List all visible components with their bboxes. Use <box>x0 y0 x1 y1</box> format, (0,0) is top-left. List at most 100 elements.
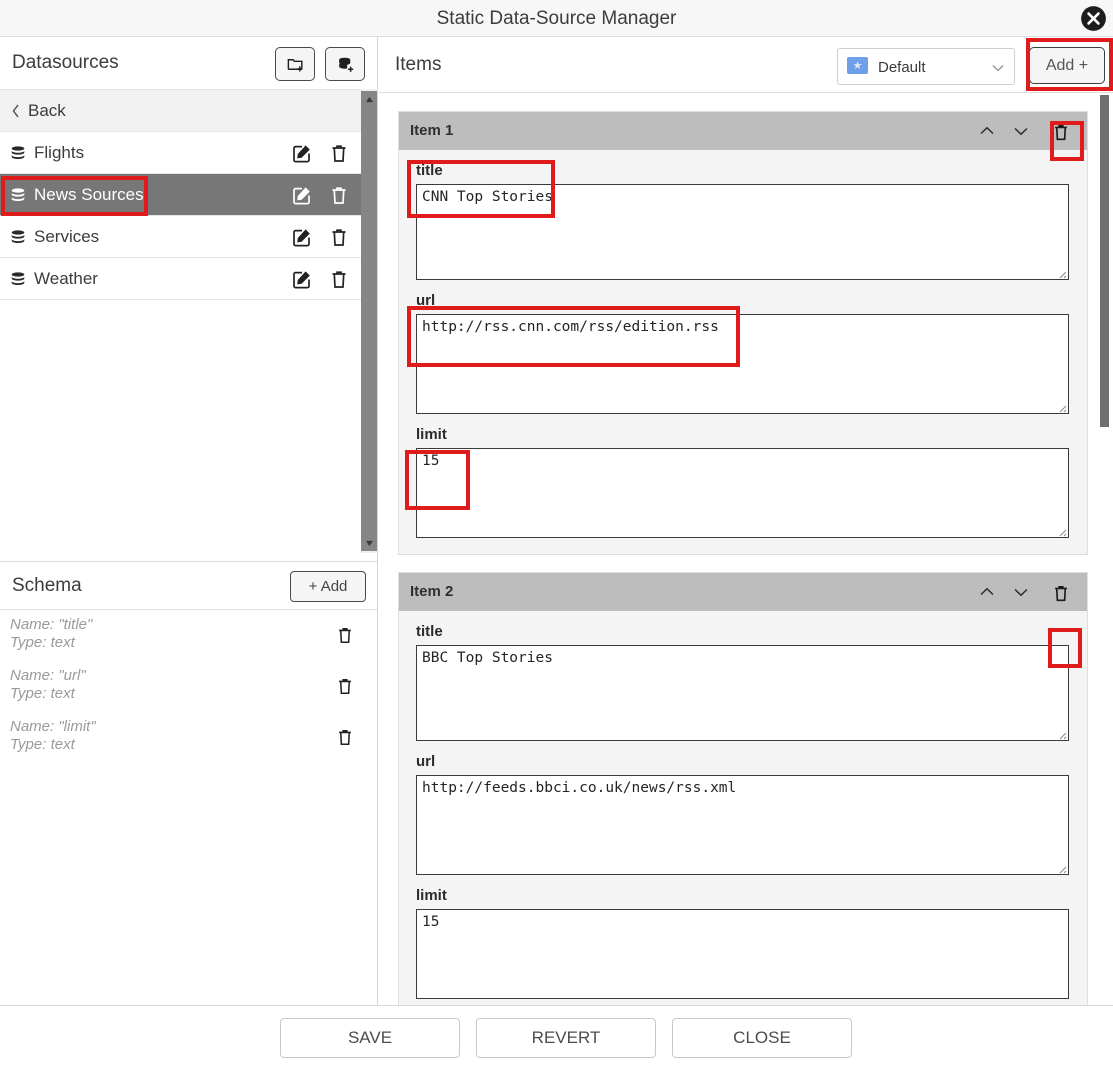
trash-icon[interactable] <box>328 142 350 164</box>
back-label: Back <box>28 101 66 120</box>
folder-plus-icon[interactable] <box>275 47 315 81</box>
schema-field-name: Name: "url" <box>10 667 86 684</box>
caret-up-icon[interactable] <box>361 91 377 107</box>
sidebar-item-label: Weather <box>34 269 98 288</box>
add-item-button[interactable]: Add + <box>1029 47 1105 84</box>
schema-add-button[interactable]: + Add <box>290 571 366 602</box>
resize-grip-icon[interactable] <box>1055 861 1067 874</box>
schema-field-row[interactable]: Name: "title" Type: text <box>0 610 377 661</box>
field-value: http://feeds.bbci.co.uk/news/rss.xml <box>422 780 737 796</box>
back-button[interactable]: Back <box>0 90 377 132</box>
schema-header: Schema + Add <box>0 561 377 609</box>
item-field: title BBC Top Stories <box>399 611 1087 741</box>
edit-square-icon[interactable] <box>291 226 313 248</box>
resize-grip-icon[interactable] <box>1055 266 1067 279</box>
chevron-left-icon <box>11 103 21 119</box>
field-label: title <box>416 623 443 640</box>
sidebar-item-weather[interactable]: Weather <box>0 258 377 300</box>
field-textarea[interactable]: http://feeds.bbci.co.uk/news/rss.xml <box>416 775 1069 875</box>
item-header: Item 2 <box>399 573 1087 611</box>
database-icon <box>9 186 27 204</box>
dialog-footer: SAVE REVERT CLOSE <box>0 1005 1113 1080</box>
item-field: title CNN Top Stories <box>399 150 1087 280</box>
sidebar-scrollbar-thumb[interactable] <box>361 91 377 551</box>
database-icon <box>9 144 27 162</box>
edit-square-icon[interactable] <box>291 184 313 206</box>
resize-grip-icon[interactable] <box>1055 400 1067 413</box>
schema-field-name: Name: "title" <box>10 616 93 633</box>
item-card-spacer <box>399 538 1087 554</box>
item-card: Item 1 title CNN Top Stories url http://… <box>398 111 1088 555</box>
sidebar-item-news-sources[interactable]: News Sources <box>0 174 377 216</box>
flag-icon: ★ <box>847 57 868 74</box>
item-field: limit 15 <box>399 875 1087 999</box>
schema-field-row[interactable]: Name: "url" Type: text <box>0 661 377 712</box>
trash-icon[interactable] <box>335 624 355 646</box>
field-label: title <box>416 162 443 179</box>
chevron-down-icon[interactable] <box>1011 582 1031 602</box>
page-title: Static Data-Source Manager <box>436 8 677 29</box>
field-textarea[interactable]: CNN Top Stories <box>416 184 1069 280</box>
database-icon <box>9 270 27 288</box>
schema-title: Schema <box>12 575 82 596</box>
item-header: Item 1 <box>399 112 1087 150</box>
sidebar-item-label: News Sources <box>34 185 144 204</box>
database-plus-icon[interactable] <box>325 47 365 81</box>
trash-icon[interactable] <box>335 726 355 748</box>
field-textarea[interactable]: http://rss.cnn.com/rss/edition.rss <box>416 314 1069 414</box>
close-icon[interactable] <box>1080 5 1107 32</box>
item-field: url http://feeds.bbci.co.uk/news/rss.xml <box>399 741 1087 875</box>
schema-field-list: Name: "title" Type: text Name: "url" Typ… <box>0 609 377 1041</box>
item-card: Item 2 title BBC Top Stories url http://… <box>398 572 1088 1005</box>
sidebar-item-services[interactable]: Services <box>0 216 377 258</box>
sidebar-item-flights[interactable]: Flights <box>0 132 377 174</box>
trash-icon[interactable] <box>328 226 350 248</box>
revert-button[interactable]: REVERT <box>476 1018 656 1058</box>
edit-square-icon[interactable] <box>291 268 313 290</box>
item-field: limit 15 <box>399 414 1087 538</box>
field-textarea[interactable]: 15 <box>416 909 1069 999</box>
field-value: BBC Top Stories <box>422 650 553 666</box>
trash-icon[interactable] <box>328 184 350 206</box>
datasources-header: Datasources <box>0 37 377 89</box>
item-delete-icon[interactable] <box>1051 121 1071 143</box>
chevron-up-icon[interactable] <box>977 582 997 602</box>
items-scrollbar-thumb[interactable] <box>1100 95 1109 427</box>
close-button[interactable]: CLOSE <box>672 1018 852 1058</box>
item-name: Item 1 <box>410 122 454 139</box>
window-titlebar: Static Data-Source Manager <box>0 0 1113 37</box>
sidebar: Datasources Back Flights News Sources Se… <box>0 37 378 1041</box>
field-label: url <box>416 292 436 309</box>
chevron-down-icon[interactable] <box>1011 121 1031 141</box>
edit-square-icon[interactable] <box>291 142 313 164</box>
sidebar-item-label: Services <box>34 227 100 246</box>
chevron-up-icon[interactable] <box>977 121 997 141</box>
trash-icon[interactable] <box>335 675 355 697</box>
schema-field-type: Type: text <box>10 685 75 702</box>
field-textarea[interactable]: BBC Top Stories <box>416 645 1069 741</box>
schema-field-type: Type: text <box>10 634 75 651</box>
sidebar-item-label: Flights <box>34 143 85 162</box>
datasource-list[interactable]: Back Flights News Sources Services Weath… <box>0 89 377 553</box>
caret-down-icon[interactable] <box>361 535 377 551</box>
field-label: limit <box>416 887 447 904</box>
chevron-down-icon <box>991 61 1005 73</box>
schema-field-row[interactable]: Name: "limit" Type: text <box>0 712 377 763</box>
items-title: Items <box>395 54 442 75</box>
trash-icon[interactable] <box>328 268 350 290</box>
schema-field-type: Type: text <box>10 736 75 753</box>
resize-grip-icon[interactable] <box>1055 524 1067 537</box>
datasources-title: Datasources <box>12 52 119 73</box>
resize-grip-icon[interactable] <box>1055 727 1067 740</box>
item-field: url http://rss.cnn.com/rss/edition.rss <box>399 280 1087 414</box>
save-button[interactable]: SAVE <box>280 1018 460 1058</box>
language-select[interactable]: ★ Default <box>837 48 1015 85</box>
field-label: url <box>416 753 436 770</box>
item-delete-icon[interactable] <box>1051 582 1071 604</box>
language-select-value: Default <box>878 59 926 76</box>
items-header: Items ★ Default Add + <box>379 37 1113 93</box>
item-name: Item 2 <box>410 583 454 600</box>
items-scroll-area[interactable]: Item 1 title CNN Top Stories url http://… <box>379 94 1113 1005</box>
field-textarea[interactable]: 15 <box>416 448 1069 538</box>
schema-field-name: Name: "limit" <box>10 718 96 735</box>
